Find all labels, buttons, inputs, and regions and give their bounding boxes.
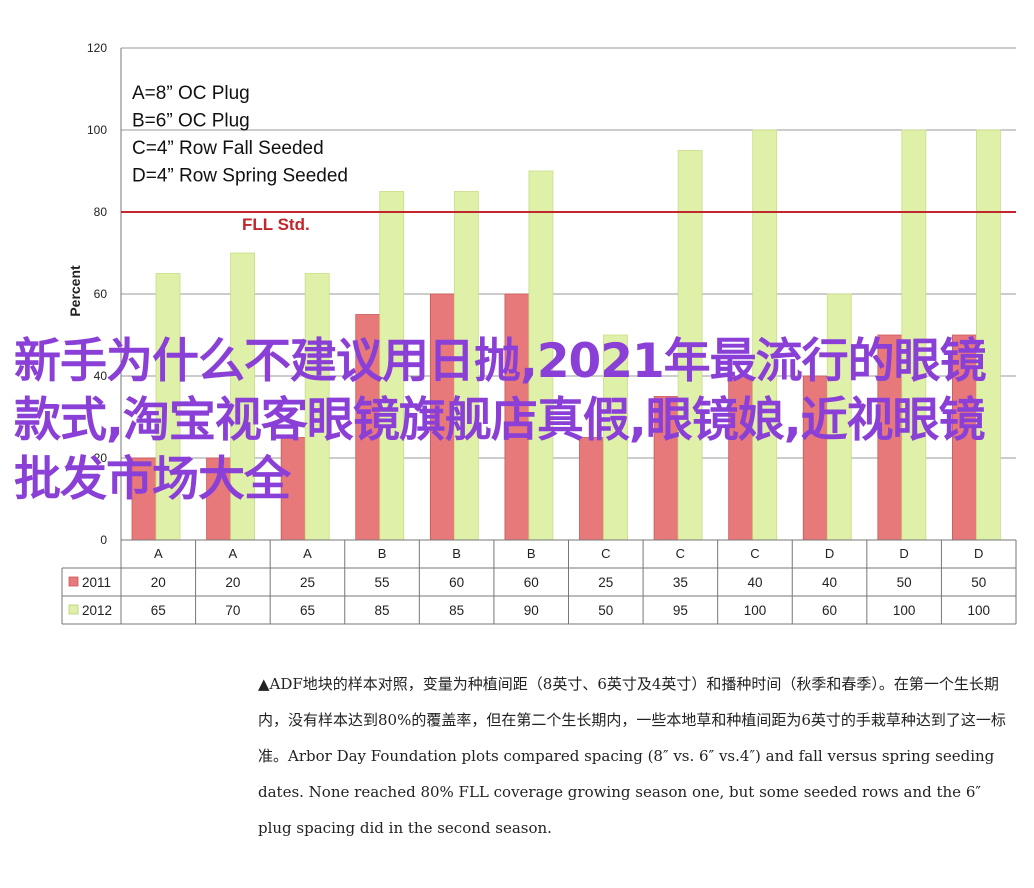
table-cell: 65 [300,603,315,618]
table-cell: 100 [967,603,990,618]
table-cell: 60 [822,603,837,618]
table-cell: 60 [524,575,539,590]
y-tick-label: 100 [87,123,107,137]
legend-note: A=8” OC Plug [132,83,250,104]
overlay-headline: 新手为什么不建议用日抛,2021年最流行的眼镜款式,淘宝视客眼镜旗舰店真假,眼镜… [14,334,987,507]
legend-note: B=6” OC Plug [132,111,250,132]
y-tick-label: 80 [94,205,108,219]
x-category-label: D [899,546,908,561]
figure-caption: ▲ADF地块的样本对照，变量为种植间距（8英寸、6英寸及4英寸）和播种时间（秋季… [258,675,1006,837]
x-category-label: A [154,546,163,561]
table-cell: 50 [598,603,613,618]
table-cell: 95 [673,603,688,618]
x-category-label: B [527,546,536,561]
legend-swatch-2011 [68,576,79,587]
table-cell: 60 [449,575,464,590]
data-table: A A A B B B C C C D D D 2011 20 20 25 55 60 60 25 35 40 40 50 50… [61,539,1017,625]
table-cell: 40 [747,575,762,590]
table-cell: 25 [598,575,613,590]
legend-note: C=4” Row Fall Seeded [132,138,324,159]
x-category-label: D [825,546,834,561]
x-category-label: B [378,546,387,561]
bar-chart: 0 20 40 60 80 100 120 Percent FLL Std. A=8” OC … [61,41,1017,625]
table-cell: 90 [524,603,539,618]
table-cell: 50 [971,575,986,590]
table-cell: 70 [225,603,240,618]
table-cell: 65 [151,603,166,618]
table-cell: 100 [893,603,916,618]
table-cell: 55 [375,575,390,590]
legend-note: D=4” Row Spring Seeded [132,166,348,187]
x-category-label: A [229,546,238,561]
x-category-label: A [303,546,312,561]
table-cell: 85 [375,603,390,618]
x-category-label: B [452,546,461,561]
x-category-label: C [601,546,610,561]
legend-label-2011: 2011 [82,575,111,590]
table-cell: 50 [897,575,912,590]
x-category-label: C [676,546,685,561]
table-cell: 20 [151,575,166,590]
legend-notes: A=8” OC Plug B=6” OC Plug C=4” Row Fall Se… [132,83,348,187]
table-cell: 35 [673,575,688,590]
y-tick-label: 0 [100,533,107,547]
legend-label-2012: 2012 [82,603,112,618]
legend-swatch-2012 [68,604,79,615]
reference-line: FLL Std. [121,211,1016,234]
table-cell: 85 [449,603,464,618]
y-tick-label: 120 [87,41,107,55]
x-category-label: D [974,546,983,561]
fll-std-label: FLL Std. [242,215,310,234]
table-cell: 40 [822,575,837,590]
y-tick-label: 60 [94,287,108,301]
x-category-label: C [750,546,759,561]
table-cell: 20 [225,575,240,590]
table-cell: 25 [300,575,315,590]
table-cell: 100 [744,603,767,618]
y-axis-label: Percent [67,265,83,317]
